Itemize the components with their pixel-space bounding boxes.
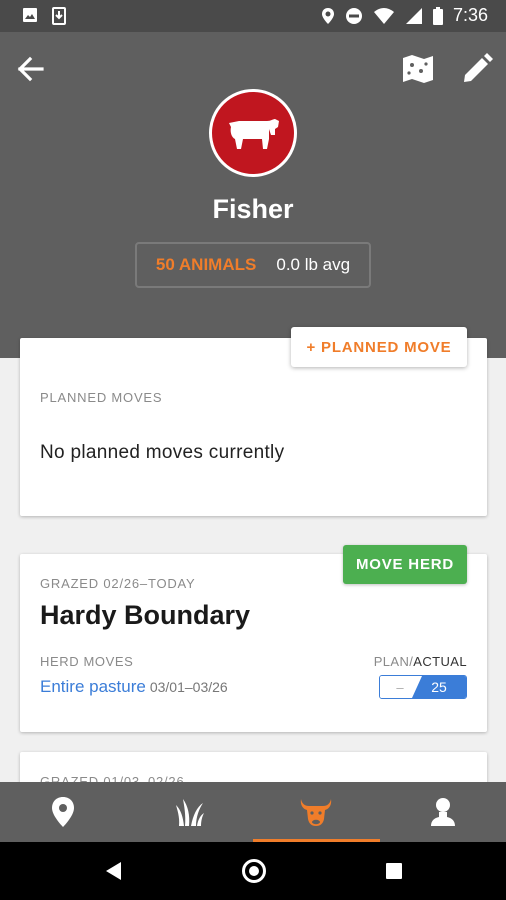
bull-head-icon xyxy=(301,799,332,826)
bottom-navigation xyxy=(0,782,506,842)
download-icon xyxy=(52,7,66,25)
system-navigation-bar xyxy=(0,842,506,900)
herd-header: Fisher 50 ANIMALS 0.0 lb avg xyxy=(0,32,506,358)
cow-icon xyxy=(229,119,279,149)
herd-stats: 50 ANIMALS 0.0 lb avg xyxy=(135,242,371,288)
planned-moves-label: PLANNED MOVES xyxy=(40,390,163,405)
plan-actual-bar: – 25 xyxy=(379,675,467,699)
location-pin-icon xyxy=(52,797,75,827)
actual-value: 25 xyxy=(412,676,466,698)
status-time: 7:36 xyxy=(452,5,488,25)
herd-name: Fisher xyxy=(212,194,294,224)
system-recents-icon[interactable] xyxy=(386,863,402,879)
grass-icon xyxy=(175,799,204,826)
edit-pencil-icon xyxy=(464,53,493,82)
herd-avatar xyxy=(209,89,297,177)
nav-pastures[interactable] xyxy=(127,782,254,842)
herd-move-row: Entire pasture 03/01–03/26 xyxy=(40,677,228,697)
location-icon xyxy=(321,7,334,24)
plan-label: PLAN/ xyxy=(373,654,414,669)
do-not-disturb-icon xyxy=(345,7,362,24)
back-button[interactable] xyxy=(14,52,48,86)
actual-label: ACTUAL xyxy=(413,654,467,669)
animal-count: 50 ANIMALS xyxy=(155,255,257,274)
move-dates: 03/01–03/26 xyxy=(149,679,228,695)
system-back-icon[interactable] xyxy=(104,861,122,881)
empty-planned-message: No planned moves currently xyxy=(40,442,285,463)
back-arrow-icon xyxy=(17,56,44,82)
map-icon xyxy=(403,55,433,83)
image-icon xyxy=(23,8,37,22)
battery-icon xyxy=(432,6,443,25)
person-icon xyxy=(430,798,455,826)
edit-button[interactable] xyxy=(460,52,494,86)
nav-herds[interactable] xyxy=(253,782,380,842)
status-bar: 7:36 xyxy=(0,0,506,32)
grazed-date-label: GRAZED 02/26–TODAY xyxy=(40,576,196,591)
signal-icon xyxy=(405,7,422,24)
system-home-icon[interactable] xyxy=(242,859,266,883)
pasture-name: Hardy Boundary xyxy=(40,600,251,630)
add-planned-move-button[interactable]: + PLANNED MOVE xyxy=(291,327,467,367)
nav-map[interactable] xyxy=(0,782,127,842)
nav-profile[interactable] xyxy=(380,782,506,842)
herd-moves-label: HERD MOVES xyxy=(40,654,134,669)
average-weight: 0.0 lb avg xyxy=(276,255,351,274)
move-herd-button[interactable]: MOVE HERD xyxy=(343,545,467,584)
map-button[interactable] xyxy=(400,52,436,86)
move-pasture-link[interactable]: Entire pasture xyxy=(40,677,146,696)
wifi-icon xyxy=(373,7,394,24)
plan-actual-label: PLAN/ACTUAL xyxy=(374,654,467,669)
